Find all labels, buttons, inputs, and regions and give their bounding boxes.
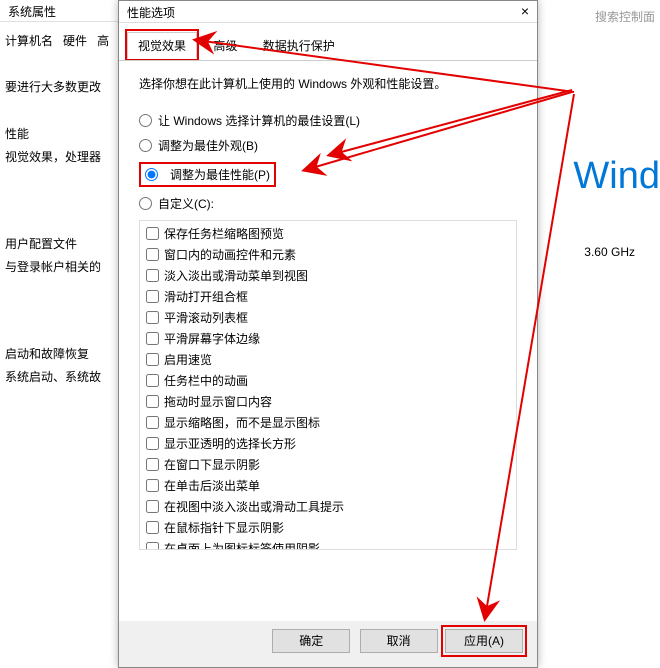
performance-options-dialog: 性能选项 × 视觉效果 高级 数据执行保护 选择你想在此计算机上使用的 Wind… xyxy=(118,0,538,668)
bg-tab-advanced[interactable]: 高 xyxy=(97,34,109,48)
checkbox[interactable] xyxy=(146,374,159,387)
bg-body: 要进行大多数更改 性能 视觉效果，处理器 用户配置文件 与登录帐户相关的 启动和… xyxy=(5,60,125,385)
highlight-apply: 应用(A) xyxy=(441,625,527,657)
check-label: 平滑滚动列表框 xyxy=(164,309,248,326)
check-label: 在窗口下显示阴影 xyxy=(164,456,260,473)
check-item[interactable]: 滑动打开组合框 xyxy=(146,288,510,305)
description-text: 选择你想在此计算机上使用的 Windows 外观和性能设置。 xyxy=(139,75,517,92)
check-label: 窗口内的动画控件和元素 xyxy=(164,246,296,263)
windows-logo-text: Wind xyxy=(573,155,660,198)
check-label: 平滑屏幕字体边缘 xyxy=(164,330,260,347)
bg-group1-title: 性能 xyxy=(5,125,125,142)
bg-tabs: 计算机名 硬件 高 xyxy=(5,32,109,49)
check-item[interactable]: 在视图中淡入淡出或滑动工具提示 xyxy=(146,498,510,515)
check-label: 淡入淡出或滑动菜单到视图 xyxy=(164,267,308,284)
radio-input-custom[interactable] xyxy=(139,197,152,210)
radio-input-best-appearance[interactable] xyxy=(139,139,152,152)
bg-title-bar: 系统属性 xyxy=(0,0,120,22)
button-bar: 确定 取消 应用(A) xyxy=(266,625,527,657)
check-label: 启用速览 xyxy=(164,351,212,368)
checkbox[interactable] xyxy=(146,416,159,429)
check-label: 显示亚透明的选择长方形 xyxy=(164,435,296,452)
tab-dep[interactable]: 数据执行保护 xyxy=(252,32,346,59)
radio-label: 让 Windows 选择计算机的最佳设置(L) xyxy=(158,112,360,129)
radio-label: 调整为最佳外观(B) xyxy=(158,137,258,154)
checkbox[interactable] xyxy=(146,521,159,534)
close-icon[interactable]: × xyxy=(521,3,529,19)
checkbox[interactable] xyxy=(146,290,159,303)
checkbox[interactable] xyxy=(146,248,159,261)
radio-let-windows[interactable]: 让 Windows 选择计算机的最佳设置(L) xyxy=(139,112,517,129)
checkbox[interactable] xyxy=(146,395,159,408)
check-item[interactable]: 平滑屏幕字体边缘 xyxy=(146,330,510,347)
radio-input-best-performance[interactable] xyxy=(145,168,158,181)
search-placeholder[interactable]: 搜索控制面 xyxy=(595,8,655,25)
highlight-tab-visual: 视觉效果 xyxy=(125,29,199,60)
check-label: 保存任务栏缩略图预览 xyxy=(164,225,284,242)
check-label: 滑动打开组合框 xyxy=(164,288,248,305)
check-label: 拖动时显示窗口内容 xyxy=(164,393,272,410)
radio-custom[interactable]: 自定义(C): xyxy=(139,195,517,212)
bg-line1: 要进行大多数更改 xyxy=(5,78,125,95)
check-item[interactable]: 显示缩略图，而不是显示图标 xyxy=(146,414,510,431)
check-item[interactable]: 在窗口下显示阴影 xyxy=(146,456,510,473)
check-label: 在单击后淡出菜单 xyxy=(164,477,260,494)
effects-checklist[interactable]: 保存任务栏缩略图预览窗口内的动画控件和元素淡入淡出或滑动菜单到视图滑动打开组合框… xyxy=(139,220,517,550)
checkbox[interactable] xyxy=(146,542,159,550)
radio-best-performance-row: 调整为最佳性能(P) xyxy=(139,162,517,187)
radio-input-let-windows[interactable] xyxy=(139,114,152,127)
dialog-title-text: 性能选项 xyxy=(127,6,175,20)
dialog-title-bar: 性能选项 × xyxy=(119,1,537,23)
apply-button[interactable]: 应用(A) xyxy=(445,629,523,653)
check-item[interactable]: 任务栏中的动画 xyxy=(146,372,510,389)
tab-content: 选择你想在此计算机上使用的 Windows 外观和性能设置。 让 Windows… xyxy=(119,61,537,621)
check-label: 在桌面上为图标标签使用阴影 xyxy=(164,540,320,550)
check-item[interactable]: 在鼠标指针下显示阴影 xyxy=(146,519,510,536)
tab-advanced[interactable]: 高级 xyxy=(202,32,248,59)
check-label: 在鼠标指针下显示阴影 xyxy=(164,519,284,536)
bg-tab-hardware[interactable]: 硬件 xyxy=(63,34,87,48)
checkbox[interactable] xyxy=(146,500,159,513)
check-item[interactable]: 在单击后淡出菜单 xyxy=(146,477,510,494)
tab-visual-effects[interactable]: 视觉效果 xyxy=(127,32,197,59)
radio-best-appearance[interactable]: 调整为最佳外观(B) xyxy=(139,137,517,154)
radio-label: 自定义(C): xyxy=(158,195,214,212)
bg-tab-computername[interactable]: 计算机名 xyxy=(5,34,53,48)
ok-button[interactable]: 确定 xyxy=(272,629,350,653)
checkbox[interactable] xyxy=(146,311,159,324)
check-label: 显示缩略图，而不是显示图标 xyxy=(164,414,320,431)
checkbox[interactable] xyxy=(146,353,159,366)
checkbox[interactable] xyxy=(146,269,159,282)
check-item[interactable]: 淡入淡出或滑动菜单到视图 xyxy=(146,267,510,284)
check-label: 任务栏中的动画 xyxy=(164,372,248,389)
checkbox[interactable] xyxy=(146,332,159,345)
checkbox[interactable] xyxy=(146,227,159,240)
checkbox[interactable] xyxy=(146,458,159,471)
bg-group2-title: 用户配置文件 xyxy=(5,235,125,252)
check-item[interactable]: 启用速览 xyxy=(146,351,510,368)
check-item[interactable]: 在桌面上为图标标签使用阴影 xyxy=(146,540,510,550)
bg-group3-line: 系统启动、系统故 xyxy=(5,368,125,385)
check-label: 在视图中淡入淡出或滑动工具提示 xyxy=(164,498,344,515)
check-item[interactable]: 保存任务栏缩略图预览 xyxy=(146,225,510,242)
bg-group1-line: 视觉效果，处理器 xyxy=(5,148,125,165)
highlight-best-performance: 调整为最佳性能(P) xyxy=(139,162,276,187)
check-item[interactable]: 拖动时显示窗口内容 xyxy=(146,393,510,410)
checkbox[interactable] xyxy=(146,437,159,450)
dialog-tabs: 视觉效果 高级 数据执行保护 xyxy=(119,23,537,61)
check-item[interactable]: 显示亚透明的选择长方形 xyxy=(146,435,510,452)
check-item[interactable]: 窗口内的动画控件和元素 xyxy=(146,246,510,263)
cancel-button[interactable]: 取消 xyxy=(360,629,438,653)
check-item[interactable]: 平滑滚动列表框 xyxy=(146,309,510,326)
radio-label: 调整为最佳性能(P) xyxy=(170,166,270,183)
bg-group3-title: 启动和故障恢复 xyxy=(5,345,125,362)
checkbox[interactable] xyxy=(146,479,159,492)
cpu-ghz: 3.60 GHz xyxy=(584,245,635,259)
radio-group: 让 Windows 选择计算机的最佳设置(L) 调整为最佳外观(B) 调整为最佳… xyxy=(139,112,517,212)
bg-group2-line: 与登录帐户相关的 xyxy=(5,258,125,275)
